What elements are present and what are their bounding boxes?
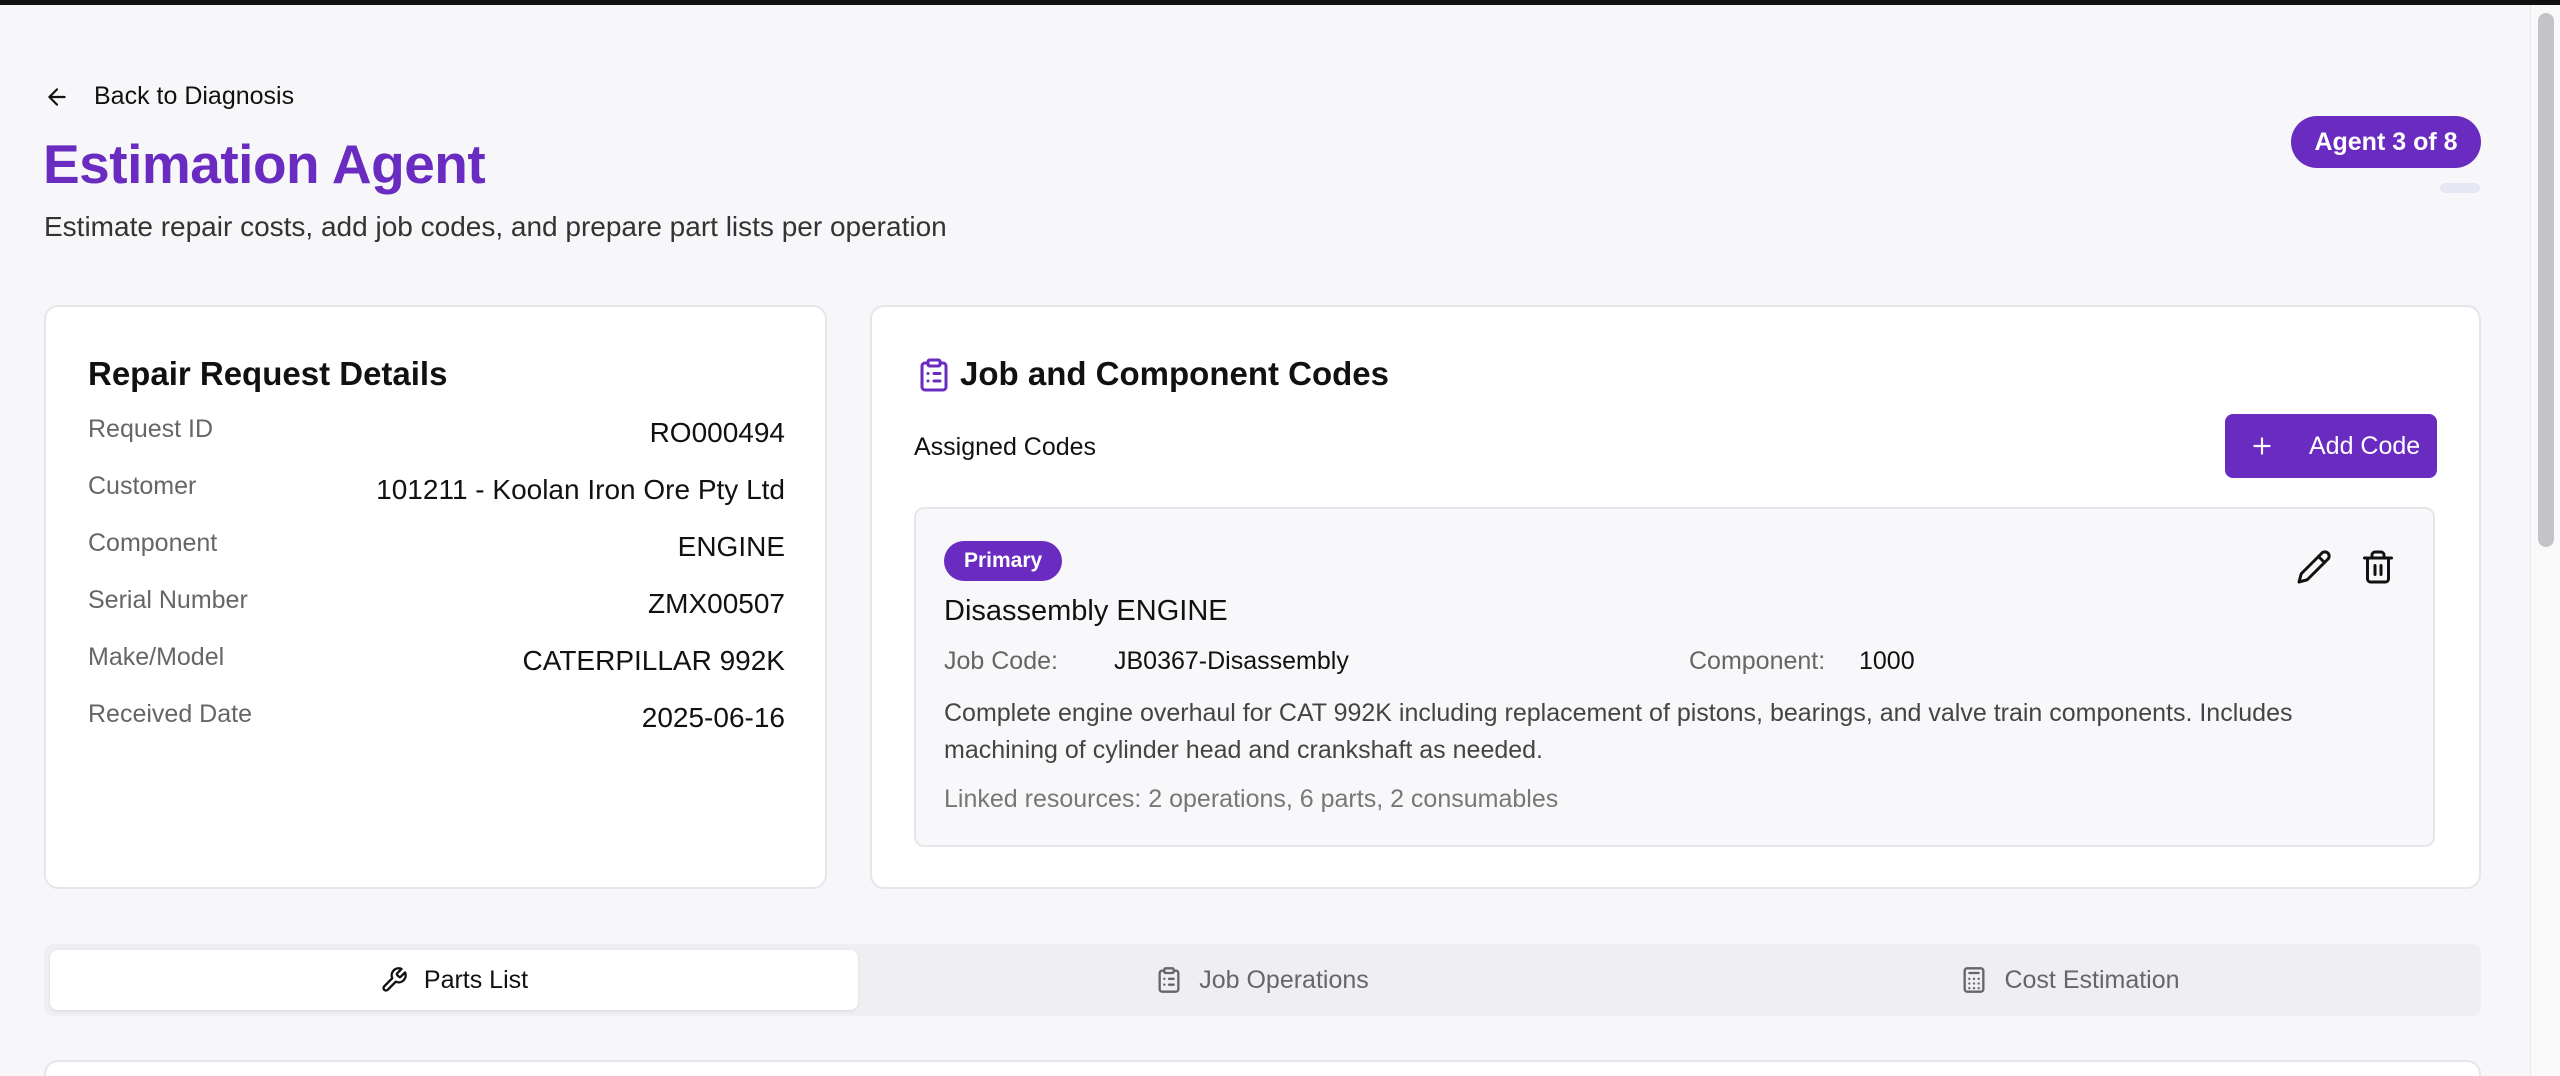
repair-request-details-card: Repair Request Details Request ID RO0004… (44, 305, 827, 889)
detail-label: Make/Model (88, 643, 225, 671)
detail-label: Customer (88, 472, 197, 500)
component-code-value: 1000 (1859, 647, 1915, 675)
detail-value: ENGINE (677, 531, 785, 562)
back-to-diagnosis-link[interactable]: Back to Diagnosis (44, 82, 294, 111)
detail-row-received-date: Received Date 2025-06-16 (88, 700, 785, 734)
assigned-codes-label: Assigned Codes (914, 433, 1097, 461)
detail-value: ZMX00507 (648, 588, 785, 619)
detail-row-component: Component ENGINE (88, 529, 785, 563)
detail-label: Received Date (88, 700, 252, 728)
tab-parts-list[interactable]: Parts List (50, 950, 858, 1010)
tab-label: Parts List (423, 965, 529, 994)
detail-value: 101211 - Koolan Iron Ore Pty Ltd (376, 474, 785, 505)
detail-row-customer: Customer 101211 - Koolan Iron Ore Pty Lt… (88, 472, 785, 506)
edit-pencil-icon[interactable] (2296, 549, 2332, 585)
add-code-button[interactable]: Add Code (2225, 414, 2437, 478)
page-scrollbar[interactable] (2530, 5, 2560, 1076)
detail-value: CATERPILLAR 992K (522, 645, 786, 676)
detail-label: Serial Number (88, 586, 248, 614)
detail-row-serial-number: Serial Number ZMX00507 (88, 586, 785, 620)
page-title: Estimation Agent (43, 133, 486, 195)
tab-label: Job Operations (1199, 965, 1369, 994)
agent-progress-indicator (2440, 183, 2480, 193)
tab-cost-estimation[interactable]: Cost Estimation (1666, 950, 2474, 1010)
tab-label: Cost Estimation (2004, 965, 2180, 994)
tab-job-operations[interactable]: Job Operations (858, 950, 1666, 1010)
trash-icon[interactable] (2360, 549, 2396, 585)
detail-value: 2025-06-16 (641, 702, 785, 733)
detail-label: Component (88, 529, 218, 557)
scrollbar-thumb[interactable] (2538, 13, 2554, 547)
assigned-code-item: Primary Disassembly ENGINE Job Code: JB0… (914, 507, 2435, 847)
window-top-edge (0, 0, 2560, 5)
code-title: Disassembly ENGINE (944, 595, 1228, 627)
job-code-value: JB0367-Disassembly (1114, 647, 1349, 675)
clipboard-icon (1158, 967, 1180, 993)
job-component-codes-card: Job and Component Codes Assigned Codes A… (870, 305, 2481, 889)
arrow-left-icon (48, 87, 66, 106)
tab-content-card (44, 1060, 2481, 1076)
linked-resources: Linked resources: 2 operations, 6 parts,… (944, 785, 1559, 813)
codes-heading: Job and Component Codes (960, 355, 1389, 392)
plus-icon (2253, 437, 2271, 455)
page-subtitle: Estimate repair costs, add job codes, an… (44, 211, 947, 242)
detail-label: Request ID (88, 415, 214, 443)
component-code-label: Component: (1689, 647, 1826, 675)
detail-row-request-id: Request ID RO000494 (88, 415, 785, 449)
details-heading: Repair Request Details (88, 355, 448, 392)
job-code-label: Job Code: (944, 647, 1058, 675)
detail-row-make-model: Make/Model CATERPILLAR 992K (88, 643, 785, 677)
calculator-icon (1963, 967, 1985, 993)
wrench-icon (382, 967, 407, 992)
agent-progress-badge: Agent 3 of 8 (2291, 116, 2481, 168)
clipboard-list-icon (920, 358, 948, 392)
code-description: Complete engine overhaul for CAT 992K in… (944, 699, 2293, 764)
add-code-label: Add Code (2309, 431, 2421, 460)
detail-value: RO000494 (649, 417, 785, 448)
back-label: Back to Diagnosis (94, 82, 295, 110)
primary-badge: Primary (944, 541, 1063, 581)
estimation-tabs: Parts List Job Operations Cost Estimatio… (44, 944, 2481, 1016)
